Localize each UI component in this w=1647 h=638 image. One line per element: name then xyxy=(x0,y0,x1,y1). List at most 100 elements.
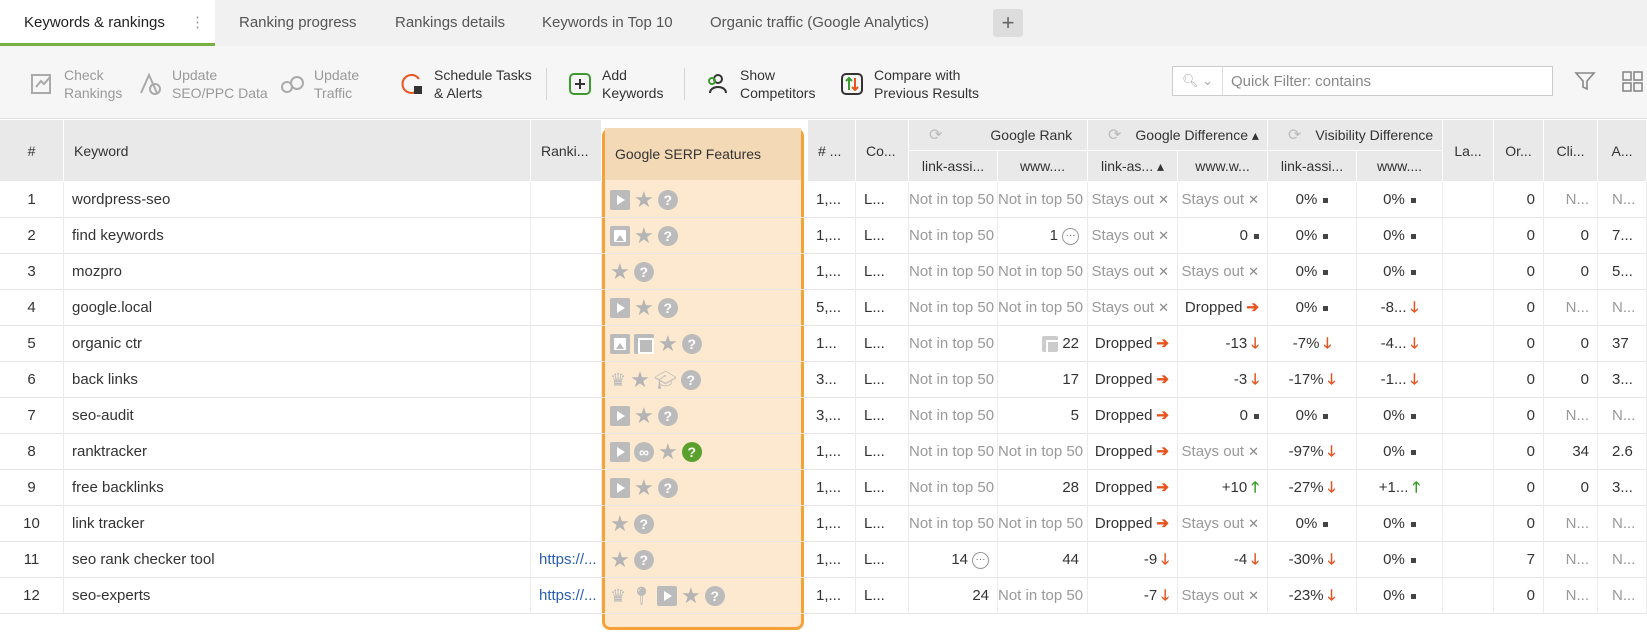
image-icon xyxy=(610,334,630,355)
tab-ranking-progress[interactable]: Ranking progress xyxy=(239,0,357,46)
col-header-keyword[interactable]: Keyword xyxy=(64,120,531,182)
serp-features-cell: ♛ ★ 🎓︎? xyxy=(608,362,802,398)
compare-results-button[interactable]: Compare with Previous Results xyxy=(838,64,979,104)
keyword-cell: wordpress-seo xyxy=(64,182,531,218)
col-header-competition[interactable]: Co... xyxy=(856,120,909,182)
table-row[interactable]: 4 google.local ★? 5,... L... Not in top 50 Not… xyxy=(0,290,1647,326)
update-seo-ppc-button[interactable]: Update SEO/PPC Data xyxy=(136,64,268,104)
filter-icon[interactable] xyxy=(1570,66,1600,96)
update-seo-icon xyxy=(136,70,164,98)
no-change-icon xyxy=(1410,521,1416,527)
col-header-vis-www[interactable]: www.... xyxy=(1357,151,1443,182)
clicks-cell: 0 xyxy=(1544,470,1598,506)
col-header-searches[interactable]: # ... xyxy=(808,120,856,182)
ranking-page-cell[interactable] xyxy=(531,326,602,362)
col-header-clicks[interactable]: Cli... xyxy=(1544,120,1598,182)
schedule-tasks-button[interactable]: Schedule Tasks & Alerts xyxy=(398,64,532,104)
searches-cell: 1,... xyxy=(808,470,856,506)
col-header-landing[interactable]: La... xyxy=(1443,120,1494,182)
ranking-page-cell[interactable] xyxy=(531,434,602,470)
serp-features-cell: ★? xyxy=(608,470,802,506)
ranking-page-cell[interactable] xyxy=(531,398,602,434)
searches-cell: 1,... xyxy=(808,254,856,290)
searches-cell: 1,... xyxy=(808,434,856,470)
table-row[interactable]: 1 wordpress-seo ★? 1,... L... Not in top 50 No… xyxy=(0,182,1647,218)
graduation-cap-icon: 🎓︎ xyxy=(653,370,677,391)
vis-www-cell: 0% xyxy=(1357,578,1443,614)
table-row[interactable]: 6 back links ♛ ★ 🎓︎? 3... L... Not in top 50 17 D… xyxy=(0,362,1647,398)
no-change-icon xyxy=(1323,269,1329,275)
ranking-page-cell[interactable] xyxy=(531,218,602,254)
competition-cell: L... xyxy=(856,290,909,326)
table-row[interactable]: 10 link tracker ★? 1,... L... Not in top 50 No… xyxy=(0,506,1647,542)
landing-cell xyxy=(1443,218,1494,254)
table-row[interactable]: 2 find keywords ★? 1,... L... Not in top 50 1 ·… xyxy=(0,218,1647,254)
more-icon[interactable]: ··· xyxy=(972,551,989,569)
col-header-vis-link[interactable]: link-assi... xyxy=(1268,151,1357,182)
tab-rankings-details[interactable]: Rankings details xyxy=(395,0,505,46)
quick-filter-input[interactable] xyxy=(1223,72,1552,90)
ranking-page-cell[interactable] xyxy=(531,254,602,290)
question-icon: ? xyxy=(657,298,678,319)
diff-link-cell: Dropped ➔ xyxy=(1088,326,1178,362)
arrow-down-icon: 🡓 xyxy=(1161,551,1169,568)
arrow-down-icon: 🡓 xyxy=(1161,587,1169,604)
arrow-right-icon: ➔ xyxy=(1156,479,1169,496)
table-row[interactable]: 11 seo rank checker tool https://... ★? 1,..… xyxy=(0,542,1647,578)
col-header-diff-link[interactable]: link-as... ▴ xyxy=(1088,151,1178,182)
organic-cell: 0 xyxy=(1494,218,1544,254)
col-group-google-rank[interactable]: ⟳ Google Rank xyxy=(909,120,1088,151)
a-cell: N... xyxy=(1598,290,1647,326)
tab-keywords-rankings[interactable]: Keywords & rankings ⋮ xyxy=(0,0,215,46)
col-header-diff-www[interactable]: www.w... xyxy=(1178,151,1268,182)
no-change-icon xyxy=(1410,593,1416,599)
clicks-cell: 0 xyxy=(1544,218,1598,254)
col-header-rank-link[interactable]: link-assi... xyxy=(909,151,998,182)
table-row[interactable]: 5 organic ctr ★? 1... L... Not in top 50 22 Dro… xyxy=(0,326,1647,362)
ranking-page-cell[interactable] xyxy=(531,182,602,218)
tab-menu-icon[interactable]: ⋮ xyxy=(190,0,205,46)
ranking-page-cell[interactable] xyxy=(531,470,602,506)
ranking-page-cell[interactable] xyxy=(531,290,602,326)
question-green-icon: ? xyxy=(681,442,702,463)
add-keywords-button[interactable]: Add Keywords xyxy=(566,64,663,104)
ranking-page-cell[interactable]: https://... xyxy=(531,578,602,614)
col-header-ranking-page[interactable]: Ranki... xyxy=(531,120,602,182)
col-header-a[interactable]: A... xyxy=(1598,120,1647,182)
check-rankings-button[interactable]: Check Rankings xyxy=(28,64,122,104)
a-cell: N... xyxy=(1598,182,1647,218)
tab-organic-traffic[interactable]: Organic traffic (Google Analytics) xyxy=(710,0,929,46)
ranking-page-cell[interactable] xyxy=(531,362,602,398)
add-tab-button[interactable]: + xyxy=(993,9,1023,37)
no-change-icon xyxy=(1323,197,1329,203)
table-row[interactable]: 7 seo-audit ★? 3,... L... Not in top 50 5 Dropp… xyxy=(0,398,1647,434)
col-group-google-difference[interactable]: ⟳ Google Difference ▴ xyxy=(1088,120,1268,151)
table-row[interactable]: 9 free backlinks ★? 1,... L... Not in top 50 2… xyxy=(0,470,1647,506)
col-header-organic[interactable]: Or... xyxy=(1494,120,1544,182)
table-row[interactable]: 12 seo-experts https://... ♛ 📍︎ ★? 1,... L... 24… xyxy=(0,578,1647,614)
no-change-icon xyxy=(1410,197,1416,203)
col-header-serp-features[interactable]: Google SERP Features xyxy=(605,128,801,180)
rank-link-cell: 24 xyxy=(909,578,998,614)
quick-filter-field[interactable]: 🔍︎ ⌄ xyxy=(1172,66,1553,96)
search-icon[interactable]: 🔍︎ ⌄ xyxy=(1173,67,1223,95)
question-icon: ? xyxy=(704,586,725,607)
more-icon[interactable]: ··· xyxy=(1062,227,1079,245)
clicks-cell: 34 xyxy=(1544,434,1598,470)
col-group-visibility-difference[interactable]: ⟳ Visibility Difference xyxy=(1268,120,1443,151)
ranking-page-cell[interactable]: https://... xyxy=(531,542,602,578)
competition-cell: L... xyxy=(856,326,909,362)
update-traffic-button[interactable]: Update Traffic xyxy=(278,64,359,104)
show-competitors-button[interactable]: Show Competitors xyxy=(704,64,815,104)
row-number-cell: 8 xyxy=(0,434,64,470)
table-row[interactable]: 8 ranktracker ∞ ★? 1,... L... Not in top 50 Not… xyxy=(0,434,1647,470)
arrow-down-icon: 🡓 xyxy=(1410,371,1419,388)
tab-keywords-top10[interactable]: Keywords in Top 10 xyxy=(542,0,673,46)
a-cell: 37 xyxy=(1598,326,1647,362)
col-header-num[interactable]: # xyxy=(0,120,64,182)
grid-view-icon[interactable] xyxy=(1617,66,1647,96)
landing-cell xyxy=(1443,434,1494,470)
table-row[interactable]: 3 mozpro ★? 1,... L... Not in top 50 Not in to… xyxy=(0,254,1647,290)
col-header-rank-www[interactable]: www.... xyxy=(998,151,1088,182)
ranking-page-cell[interactable] xyxy=(531,506,602,542)
